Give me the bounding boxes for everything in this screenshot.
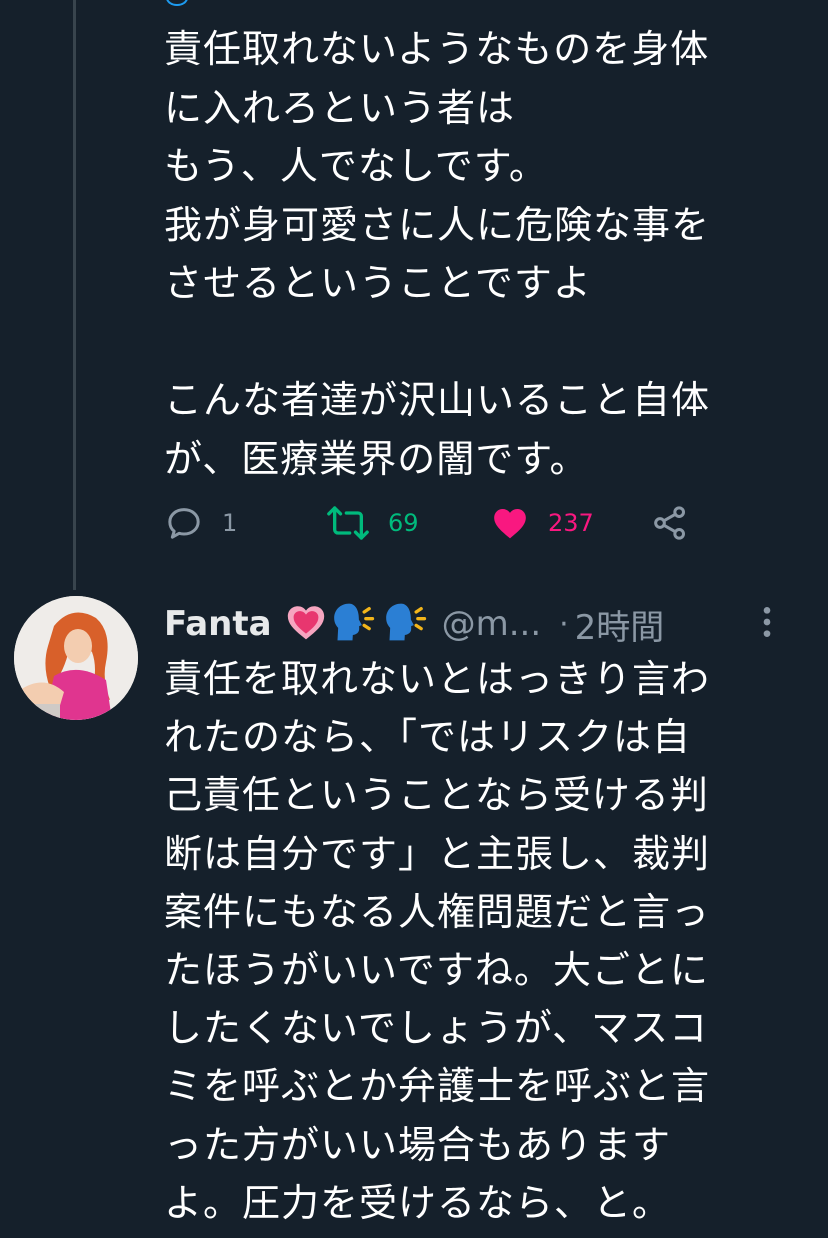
more-vertical-icon	[763, 607, 771, 637]
heart-emoji-icon	[286, 603, 326, 645]
thread-connector-line	[73, 0, 76, 590]
display-name[interactable]: Fanta	[164, 604, 272, 644]
more-options-button[interactable]	[760, 602, 774, 646]
like-count: 237	[548, 509, 594, 537]
retweet-icon	[326, 503, 370, 543]
tweet-actions: 1 69 237	[164, 500, 724, 546]
reply-icon	[164, 503, 204, 543]
name-emojis	[286, 602, 430, 646]
separator: ·	[559, 606, 569, 642]
speaking-head-icon	[332, 602, 378, 646]
avatar-image	[14, 596, 138, 720]
heart-icon	[490, 503, 530, 543]
tweet-text: 責任取れないようなものを身体 に入れろという者は もう、人でなしです。 我が身可…	[164, 27, 711, 481]
share-icon	[650, 503, 690, 543]
retweet-button[interactable]: 69	[326, 500, 419, 546]
reply-count: 1	[222, 509, 238, 537]
reply-button[interactable]: 1	[164, 500, 237, 546]
previous-avatar-edge	[166, 0, 188, 6]
share-button[interactable]	[650, 500, 690, 546]
tweet-text: 責任を取れないとはっきり言わ れたのなら、「ではリスクは自 己責任ということなら…	[164, 657, 711, 1225]
like-button[interactable]: 237	[490, 500, 594, 546]
speaking-head-icon	[384, 602, 430, 646]
timestamp[interactable]: 2時間	[575, 600, 665, 649]
user-handle[interactable]: @m...	[442, 604, 542, 644]
retweet-count: 69	[388, 509, 419, 537]
tweet-header: Fanta @m... · 2時間	[164, 596, 804, 652]
avatar[interactable]	[14, 596, 138, 720]
